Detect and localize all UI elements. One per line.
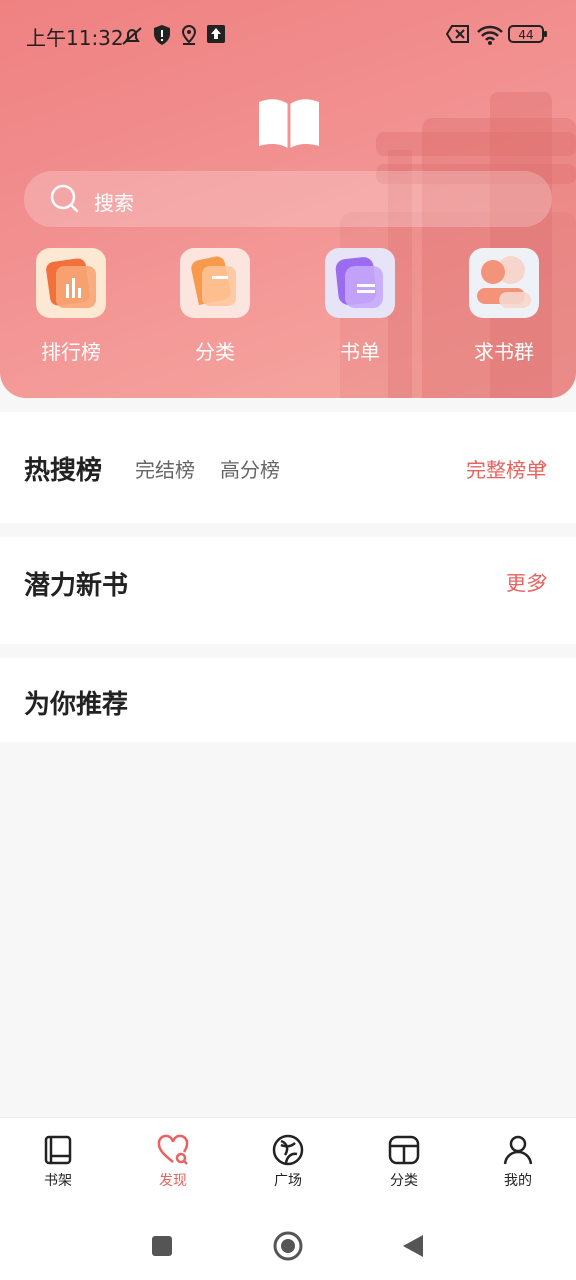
status-time: 上午11:32 xyxy=(26,26,124,50)
location-icon xyxy=(180,24,198,50)
bottom-tab-bar: 书架 发现 广场 分类 我的 xyxy=(0,1117,576,1205)
ranking-icon xyxy=(36,248,106,318)
search-icon xyxy=(50,184,80,218)
chevron-right-icon: › xyxy=(540,452,548,476)
home-circle-icon xyxy=(273,1231,303,1261)
back-button[interactable] xyxy=(401,1233,425,1263)
home-button[interactable] xyxy=(272,1230,304,1266)
hot-search-section: 热搜榜 完结榜 高分榜 完整榜单 › xyxy=(0,412,576,523)
book-request-group-icon xyxy=(469,248,539,318)
category-icon xyxy=(180,248,250,318)
tab-category[interactable]: 分类 xyxy=(364,1134,444,1190)
discover-heart-icon xyxy=(157,1134,189,1165)
tab-bookshelf[interactable]: 书架 xyxy=(18,1134,98,1190)
status-bar: 上午11:32 44 xyxy=(0,18,576,54)
section-title: 为你推荐 xyxy=(24,690,129,720)
square-nav-icon xyxy=(152,1236,172,1256)
tab-profile[interactable]: 我的 xyxy=(478,1134,558,1190)
booklist-icon xyxy=(325,248,395,318)
quick-action-book-request-group[interactable]: 求书群 xyxy=(454,248,554,365)
search-placeholder: 搜索 xyxy=(94,191,134,215)
search-bar[interactable]: 搜索 xyxy=(24,171,552,227)
wifi-icon xyxy=(476,24,504,50)
tab-label: 分类 xyxy=(390,1173,418,1189)
system-nav-bar xyxy=(0,1205,576,1280)
muted-bell-icon xyxy=(120,24,144,52)
open-book-logo-icon xyxy=(257,96,321,150)
recent-apps-button[interactable] xyxy=(151,1235,173,1261)
quick-action-category[interactable]: 分类 xyxy=(165,248,265,365)
tab-square[interactable]: 广场 xyxy=(248,1134,328,1190)
tab-label: 我的 xyxy=(504,1173,532,1189)
quick-action-booklist[interactable]: 书单 xyxy=(310,248,410,365)
potential-new-books-section: 潜力新书 更多 › xyxy=(0,537,576,644)
category-tab-icon xyxy=(388,1135,420,1165)
full-ranking-link[interactable]: 完整榜单 xyxy=(466,454,546,483)
profile-icon xyxy=(503,1135,533,1165)
recommend-section: 为你推荐 xyxy=(0,658,576,742)
upload-icon xyxy=(206,24,226,48)
quick-action-ranking[interactable]: 排行榜 xyxy=(21,248,121,365)
tab-label: 发现 xyxy=(159,1173,187,1189)
back-triangle-icon xyxy=(403,1235,423,1257)
shield-alert-icon xyxy=(152,24,172,50)
tab-discover[interactable]: 发现 xyxy=(133,1134,213,1190)
quick-action-label: 求书群 xyxy=(474,340,534,364)
section-title: 潜力新书 xyxy=(24,571,129,601)
square-icon xyxy=(272,1134,304,1166)
svg-text:44: 44 xyxy=(518,28,533,42)
section-title: 热搜榜 xyxy=(24,456,103,486)
tab-label: 广场 xyxy=(274,1173,302,1189)
discover-header: 上午11:32 44 搜索 排行榜 分类 书单 求书群 xyxy=(0,0,576,398)
battery-icon: 44 xyxy=(508,23,548,49)
chevron-right-icon: › xyxy=(540,565,548,589)
no-sim-icon xyxy=(445,24,470,48)
bookshelf-icon xyxy=(44,1135,72,1165)
tab-label: 书架 xyxy=(44,1173,72,1189)
tab-high-score-ranking[interactable]: 高分榜 xyxy=(220,454,280,483)
quick-action-label: 书单 xyxy=(340,340,380,364)
quick-action-label: 分类 xyxy=(195,340,235,364)
quick-action-label: 排行榜 xyxy=(41,340,101,364)
tab-completed-ranking[interactable]: 完结榜 xyxy=(135,454,195,483)
